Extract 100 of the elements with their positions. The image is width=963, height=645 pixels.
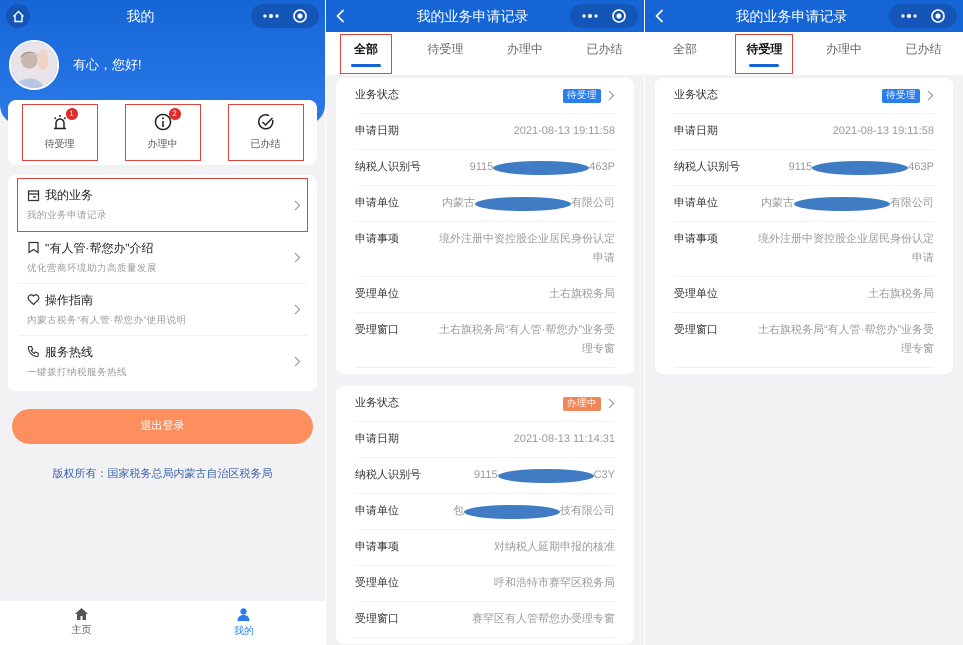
field-label: 受理单位 <box>355 576 400 591</box>
filter-tab[interactable]: 待受理 <box>736 34 792 72</box>
field-label: 受理窗口 <box>674 322 719 338</box>
field-value-end: 有限公司 <box>890 196 934 212</box>
field-value-start: 9115 <box>788 160 812 176</box>
chevron-right-icon <box>294 200 301 210</box>
count-badge: 2 <box>168 108 180 120</box>
field-value: 境外注册中资控股企业居民身份认定申请 <box>757 232 934 266</box>
page-title: 我的业务申请记录 <box>416 6 528 26</box>
greeting: 有心，您好! <box>73 56 142 74</box>
filter-tab[interactable]: 已办结 <box>576 34 632 72</box>
field-label: 业务状态 <box>355 88 400 103</box>
record-card[interactable]: 业务状态 待受理 申请日期 2021-08-13 19:11:58 纳税人识别号 9115 463P 申请单位 内蒙古 有限公司 申请事项 境外注册中资控股企业居民身份认定申请 受理单位 土右旗税务局 受理窗口 土右旗税务局“有人管·帮您办”业务受理专窗 <box>336 78 634 374</box>
chevron-right-icon <box>608 90 615 101</box>
status-tag: 办理中 <box>563 396 601 410</box>
more-icon <box>582 14 598 18</box>
menu-item[interactable]: 我的业务 我的业务申请记录 <box>18 179 307 231</box>
menu-item-subtitle: 内蒙古税务“有人管·帮您办”使用说明 <box>27 314 188 328</box>
nav-tab[interactable]: 主页 <box>0 601 162 645</box>
field-label: 申请日期 <box>355 432 400 447</box>
menu-item-title: 我的业务 <box>45 187 93 204</box>
filter-tab[interactable]: 已办结 <box>895 34 952 72</box>
target-icon <box>293 9 307 23</box>
field-label: 受理窗口 <box>355 322 400 338</box>
capsule-menu[interactable] <box>570 4 638 28</box>
check-circle-icon <box>256 113 274 131</box>
status-shortcut[interactable]: 1 待受理 <box>22 105 96 160</box>
back-icon[interactable] <box>655 9 664 23</box>
field-value-start: 内蒙古 <box>442 196 475 212</box>
field-label: 申请事项 <box>355 540 400 555</box>
status-tag: 待受理 <box>882 88 920 102</box>
status-tag: 待受理 <box>563 88 601 102</box>
menu-item-subtitle: 一键拨打纳税服务热线 <box>27 366 128 380</box>
target-icon <box>931 9 945 23</box>
field-label: 受理单位 <box>674 286 719 302</box>
info-icon <box>154 113 172 131</box>
page-title: 我的 <box>126 6 154 26</box>
field-value-end: 技有限公司 <box>560 504 615 520</box>
field-value: 境外注册中资控股企业居民身份认定申请 <box>438 232 615 266</box>
field-value-end: 463P <box>589 160 615 176</box>
field-value: 土右旗税务局“有人管·帮您办”业务受理专窗 <box>757 322 934 357</box>
field-value: 2021-08-13 19:11:58 <box>514 124 615 139</box>
chevron-right-icon <box>294 252 301 263</box>
target-icon <box>612 9 626 23</box>
field-label: 业务状态 <box>355 396 400 411</box>
record-card[interactable]: 业务状态 待受理 申请日期 2021-08-13 19:11:58 纳税人识别号 9115 463P 申请单位 内蒙古 有限公司 申请事项 境外注册中资控股企业居民身份认定申请 受理单位 土右旗税务局 受理窗口 土右旗税务局“有人管·帮您办”业务受理专窗 <box>655 78 953 374</box>
copyright-text: 版权所有：国家税务总局内蒙古自治区税务局 <box>52 466 274 482</box>
more-icon <box>263 14 279 18</box>
field-value: 对纳税人延期申报的核准 <box>494 540 615 555</box>
field-value-end: 有限公司 <box>571 196 615 212</box>
field-label: 申请日期 <box>355 124 400 139</box>
filter-tab[interactable]: 办理中 <box>496 34 553 72</box>
field-label: 纳税人识别号 <box>674 160 741 175</box>
field-label: 纳税人识别号 <box>355 468 422 483</box>
field-label: 受理窗口 <box>355 612 400 627</box>
field-value: 土右旗税务局 <box>549 287 615 302</box>
menu-item[interactable]: 服务热线 一键拨打纳税服务热线 <box>18 335 307 387</box>
capsule-menu[interactable] <box>251 4 319 28</box>
menu-item-title: 服务热线 <box>45 344 93 361</box>
filter-tab[interactable]: 全部 <box>660 34 710 72</box>
status-shortcut[interactable]: 2 办理中 <box>126 105 200 160</box>
heart-icon <box>27 293 40 306</box>
menu-item-subtitle: 我的业务申请记录 <box>27 209 108 224</box>
menu-item[interactable]: "有人管·帮您办"介绍 优化营商环境助力高质量发展 <box>18 231 307 283</box>
field-value-end: 463P <box>908 160 934 176</box>
field-label: 申请日期 <box>674 124 719 139</box>
back-icon[interactable] <box>336 9 345 23</box>
filter-tab[interactable]: 办理中 <box>816 34 872 72</box>
chevron-right-icon <box>927 90 934 101</box>
filter-tab[interactable]: 全部 <box>340 34 391 72</box>
home-icon <box>12 10 24 22</box>
field-label: 申请事项 <box>674 232 719 247</box>
field-value-start: 9115 <box>470 160 494 176</box>
field-label: 纳税人识别号 <box>355 160 422 175</box>
field-value: 2021-08-13 11:14:31 <box>514 432 615 447</box>
home-icon <box>74 608 88 620</box>
field-value: 呼和浩特市赛罕区税务局 <box>494 576 615 591</box>
phone-icon <box>27 345 40 358</box>
capsule-menu[interactable] <box>889 4 957 28</box>
field-label: 申请单位 <box>674 196 719 211</box>
field-value: 土右旗税务局“有人管·帮您办”业务受理专窗 <box>438 322 615 357</box>
menu-item[interactable]: 操作指南 内蒙古税务“有人管·帮您办”使用说明 <box>18 283 307 335</box>
field-label: 申请单位 <box>355 504 400 519</box>
home-button[interactable] <box>6 4 30 28</box>
field-label: 申请单位 <box>355 196 400 211</box>
menu-item-subtitle: 优化营商环境助力高质量发展 <box>27 262 158 276</box>
field-value: 赛罕区有人管帮您办受理专窗 <box>472 612 615 627</box>
filter-tab[interactable]: 待受理 <box>417 34 474 72</box>
menu-item-title: "有人管·帮您办"介绍 <box>45 240 154 257</box>
field-value-start: 9115 <box>474 468 498 484</box>
chevron-right-icon <box>294 356 301 367</box>
record-card[interactable]: 业务状态 办理中 申请日期 2021-08-13 11:14:31 纳税人识别号 9115 C3Y 申请单位 包 技有限公司 申请事项 对纳税人延期申报的核准 受理单位 呼和浩特市赛罕区税务局 受理窗口 赛罕区有人管帮您办受理专窗 <box>336 386 634 644</box>
chevron-right-icon <box>608 398 615 409</box>
count-badge: 1 <box>66 108 78 120</box>
field-label: 申请事项 <box>355 232 400 247</box>
nav-tab[interactable]: 我的 <box>162 601 325 645</box>
more-icon <box>901 14 917 18</box>
field-value-start: 包 <box>453 504 464 520</box>
status-shortcut[interactable]: 已办结 <box>228 105 302 160</box>
menu-item-title: 操作指南 <box>45 292 93 309</box>
